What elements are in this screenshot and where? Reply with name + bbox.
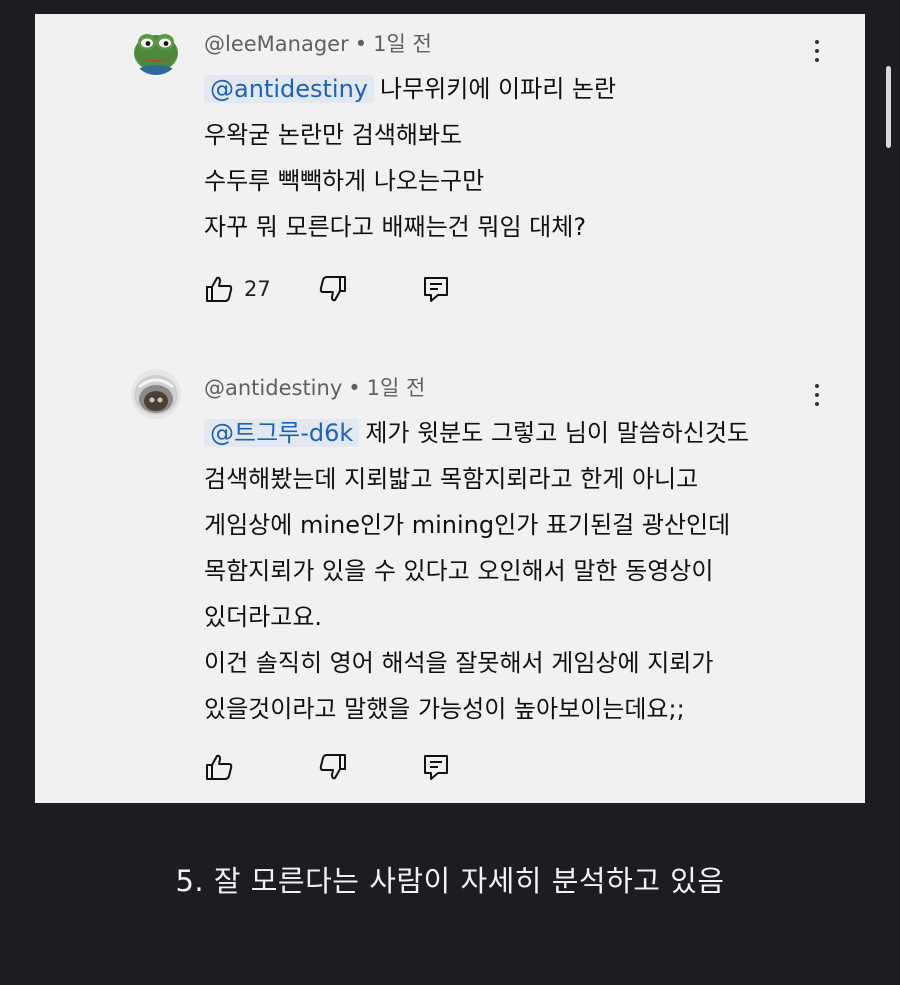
like-button[interactable] bbox=[204, 752, 284, 782]
comment-line: 검색해봤는데 지뢰밟고 목함지뢰라고 한게 아니고 bbox=[204, 465, 699, 493]
more-options-icon[interactable] bbox=[805, 380, 829, 410]
comment-text: 나무위키에 이파리 논란 bbox=[380, 75, 617, 103]
comment-screenshot: @leeManager • 1일 전 @antidestiny 나무위키에 이파리 논… bbox=[35, 14, 865, 803]
thumbs-down-icon bbox=[319, 276, 346, 302]
comment-line: 있을것이라고 말했을 가능성이 높아보이는데요;; bbox=[204, 695, 685, 723]
more-options-icon[interactable] bbox=[805, 36, 829, 66]
mention-link[interactable]: @트그루-d6k bbox=[204, 419, 360, 447]
comment-line: 우왁굳 논란만 검색해봐도 bbox=[204, 121, 463, 149]
author-name[interactable]: @leeManager bbox=[204, 32, 349, 56]
dislike-button[interactable] bbox=[318, 274, 348, 304]
thumbs-down-icon bbox=[319, 754, 346, 780]
meta-separator: • bbox=[354, 32, 368, 56]
comment-meta: @leeManager • 1일 전 bbox=[204, 28, 432, 58]
meta-separator: • bbox=[348, 376, 361, 400]
comment-text: 제가 윗분도 그렇고 님이 말씀하신것도 bbox=[365, 419, 750, 447]
comment-meta: @antidestiny • 1일 전 bbox=[204, 372, 425, 402]
comment-line: 목함지뢰가 있을 수 있다고 오인해서 말한 동영상이 bbox=[204, 557, 714, 585]
comment-time[interactable]: 1일 전 bbox=[373, 32, 432, 56]
comment-line: 수두루 빽빽하게 나오는구만 bbox=[204, 167, 485, 195]
reply-comment-icon bbox=[424, 755, 448, 780]
comment-line: 자꾸 뭐 모른다고 배째는건 뭐임 대체? bbox=[204, 213, 587, 241]
pepe-frog-avatar-icon bbox=[131, 25, 181, 75]
comment-line: @antidestiny 나무위키에 이파리 논란 bbox=[204, 66, 616, 112]
avatar[interactable] bbox=[131, 369, 181, 419]
comment-line: @트그루-d6k 제가 윗분도 그렇고 님이 말씀하신것도 bbox=[204, 410, 749, 456]
reply-comment-icon bbox=[424, 277, 448, 302]
dislike-button[interactable] bbox=[318, 752, 348, 782]
comment-line: 있더라고요. bbox=[204, 603, 323, 631]
reply-button[interactable] bbox=[421, 274, 451, 304]
comment-line: 게임상에 mine인가 mining인가 표기된걸 광산인데 bbox=[204, 511, 731, 539]
helmet-photo-avatar-icon bbox=[131, 369, 181, 419]
comment-body: @트그루-d6k 제가 윗분도 그렇고 님이 말씀하신것도 검색해봤는데 지뢰밟고… bbox=[204, 410, 749, 732]
comment-body: @antidestiny 나무위키에 이파리 논란 우왁굳 논란만 검색해봐도 수… bbox=[204, 66, 616, 250]
comment-time[interactable]: 1일 전 bbox=[367, 376, 426, 400]
caption-text: 5. 잘 모른다는 사람이 자세히 분석하고 있음 bbox=[175, 864, 725, 898]
reply-button[interactable] bbox=[421, 752, 451, 782]
author-name[interactable]: @antidestiny bbox=[204, 376, 342, 400]
comment-line: 이건 솔직히 영어 해석을 잘못해서 게임상에 지뢰가 bbox=[204, 649, 714, 677]
thumbs-up-icon bbox=[206, 276, 233, 302]
like-button[interactable]: 27 bbox=[204, 274, 284, 304]
scrollbar[interactable] bbox=[886, 66, 891, 148]
thumbs-up-icon bbox=[206, 754, 233, 780]
avatar[interactable] bbox=[131, 25, 181, 75]
mention-link[interactable]: @antidestiny bbox=[204, 75, 374, 103]
like-count: 27 bbox=[244, 277, 271, 301]
